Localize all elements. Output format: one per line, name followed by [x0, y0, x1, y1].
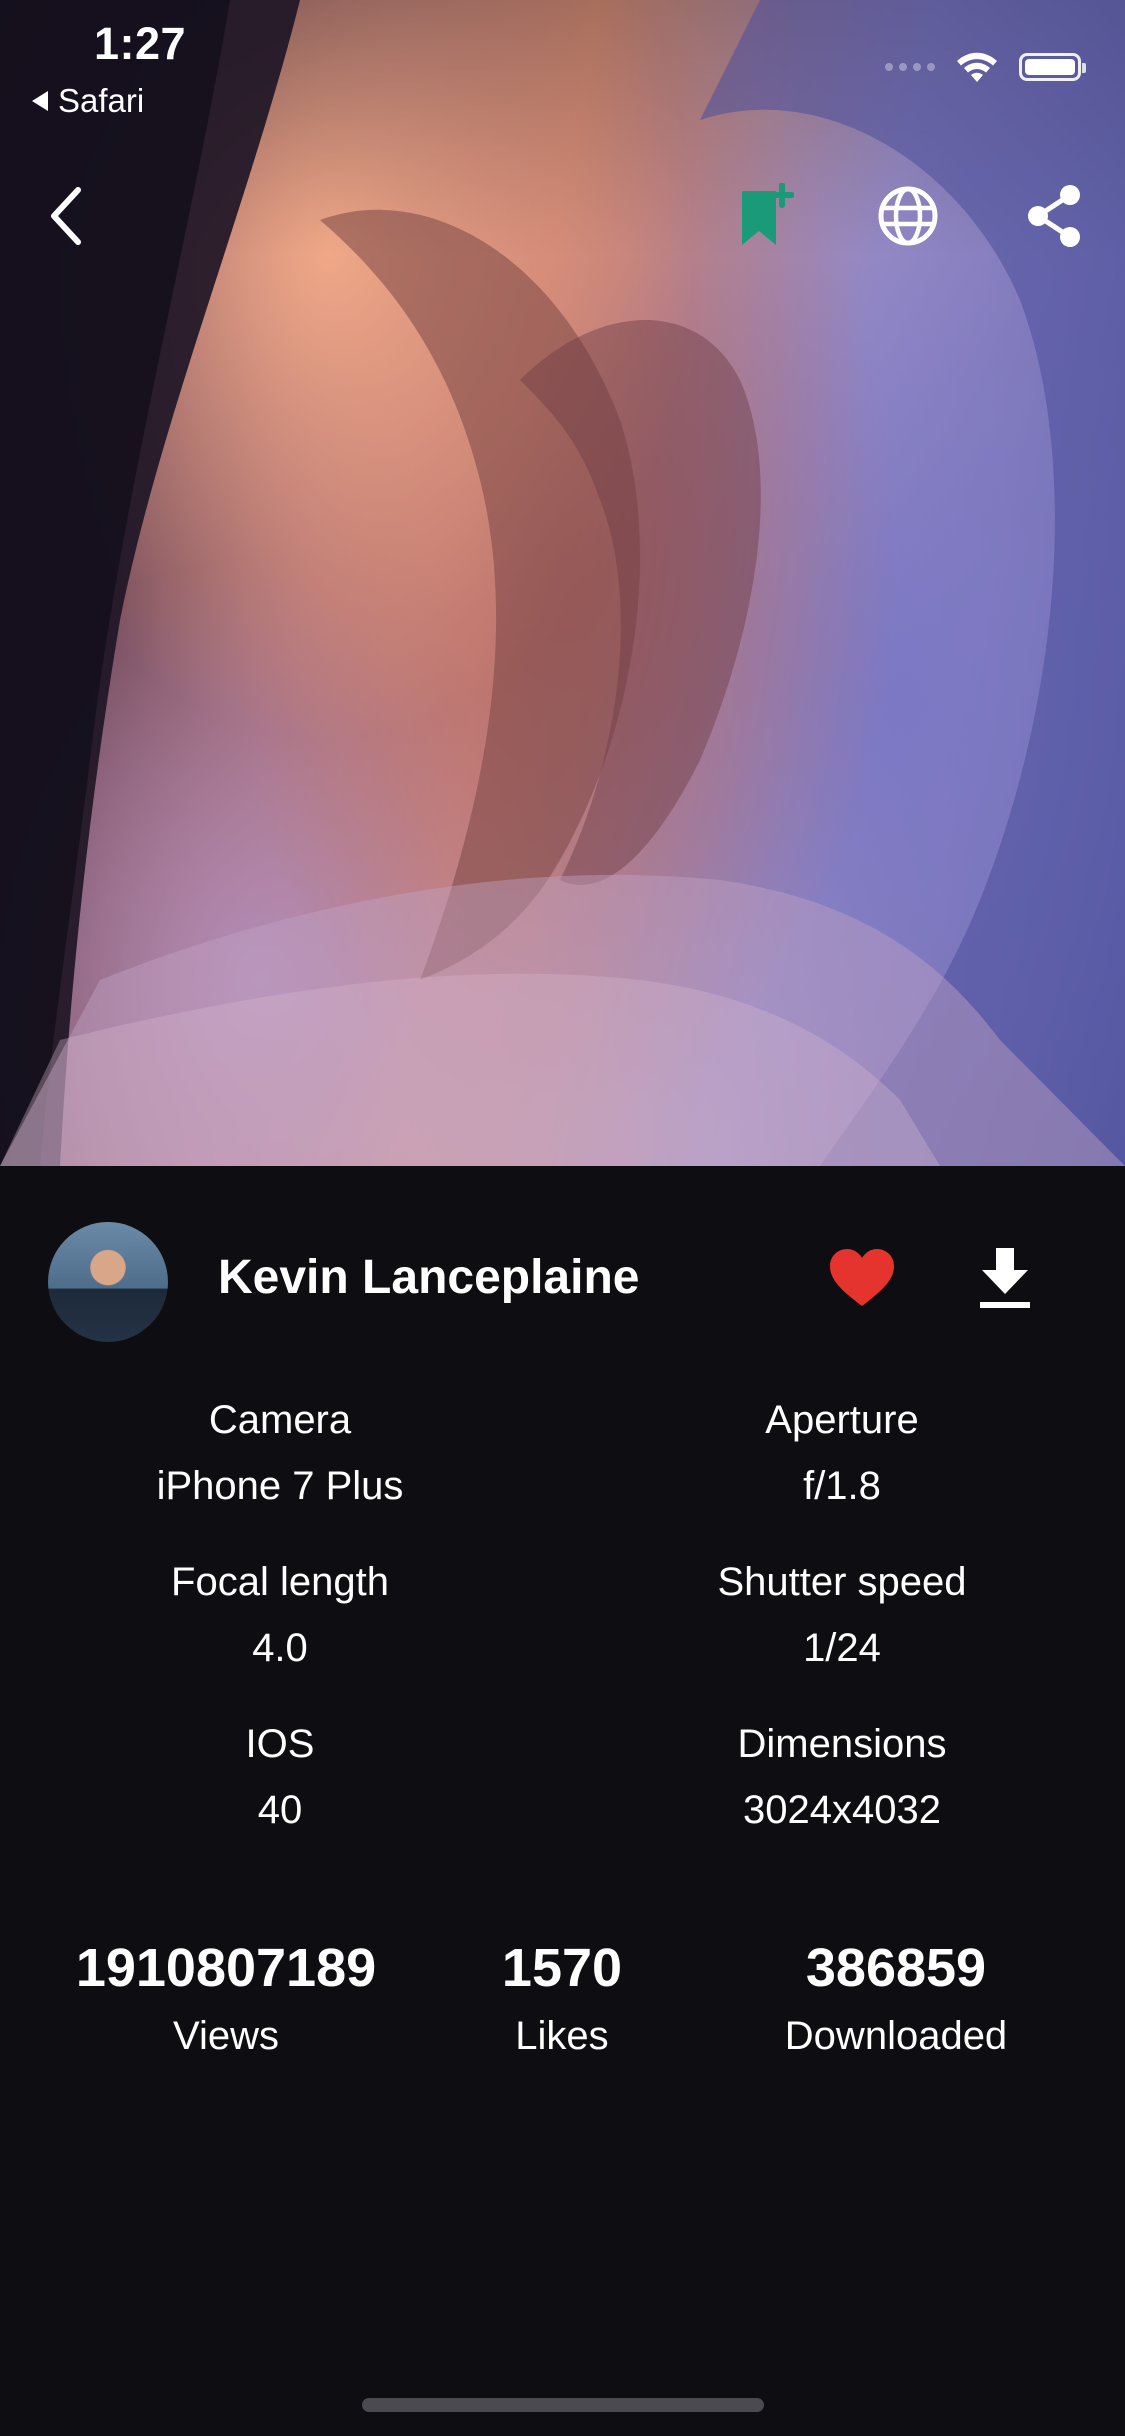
- stat-likes: 1570 Likes: [462, 1938, 662, 2060]
- globe-icon: [878, 186, 938, 246]
- spec-value: 4.0: [252, 1626, 308, 1670]
- stat-value: 1570: [501, 1938, 623, 1998]
- author-avatar[interactable]: [48, 1222, 168, 1342]
- heart-icon: [830, 1249, 894, 1306]
- like-button[interactable]: [828, 1246, 896, 1314]
- wifi-icon: [957, 52, 997, 82]
- stat-views: 1910807189 Views: [40, 1938, 412, 2060]
- spec-value: f/1.8: [803, 1464, 881, 1508]
- spec-focal-length: Focal length 4.0: [70, 1558, 490, 1672]
- spec-camera: Camera iPhone 7 Plus: [70, 1396, 490, 1510]
- spec-value: 3024x4032: [743, 1788, 941, 1832]
- stat-label: Likes: [515, 2014, 609, 2058]
- back-triangle-icon: [32, 91, 48, 111]
- stat-value: 1910807189: [75, 1938, 377, 1998]
- status-indicators: [885, 50, 1086, 84]
- bookmark-add-icon: [742, 183, 794, 245]
- signal-dots-icon: [885, 63, 935, 71]
- status-time: 1:27: [94, 18, 187, 69]
- spec-dimensions: Dimensions 3024x4032: [632, 1720, 1052, 1834]
- bookmark-add-button[interactable]: [726, 176, 806, 256]
- spec-iso: IOS 40: [70, 1720, 490, 1834]
- back-chevron-icon: [51, 187, 81, 245]
- share-icon: [1028, 185, 1080, 247]
- stat-value: 386859: [805, 1938, 987, 1998]
- spec-value: 1/24: [803, 1626, 881, 1670]
- back-button[interactable]: [26, 176, 106, 256]
- download-icon: [980, 1248, 1030, 1308]
- open-in-browser-button[interactable]: [868, 176, 948, 256]
- spec-label: Camera: [208, 1398, 352, 1442]
- spec-label: IOS: [245, 1722, 315, 1766]
- spec-label: Focal length: [171, 1560, 389, 1604]
- home-indicator[interactable]: [362, 2398, 764, 2412]
- canyon-rock-layers: [0, 0, 1125, 1166]
- spec-label: Shutter speed: [717, 1560, 967, 1604]
- author-name[interactable]: Kevin Lanceplaine: [218, 1250, 639, 1305]
- share-button[interactable]: [1014, 176, 1094, 256]
- photo-hero: [0, 0, 1125, 1166]
- battery-icon: [1019, 53, 1086, 81]
- back-app-label: Safari: [58, 82, 145, 119]
- stat-downloaded: 386859 Downloaded: [746, 1938, 1046, 2060]
- spec-aperture: Aperture f/1.8: [632, 1396, 1052, 1510]
- spec-label: Aperture: [765, 1398, 919, 1442]
- download-button[interactable]: [976, 1244, 1034, 1312]
- stat-label: Views: [173, 2014, 279, 2058]
- spec-value: iPhone 7 Plus: [156, 1464, 404, 1508]
- spec-shutter-speed: Shutter speed 1/24: [632, 1558, 1052, 1672]
- back-to-app-link[interactable]: Safari: [32, 82, 144, 120]
- spec-label: Dimensions: [737, 1722, 947, 1766]
- spec-value: 40: [257, 1788, 303, 1832]
- stat-label: Downloaded: [784, 2014, 1008, 2058]
